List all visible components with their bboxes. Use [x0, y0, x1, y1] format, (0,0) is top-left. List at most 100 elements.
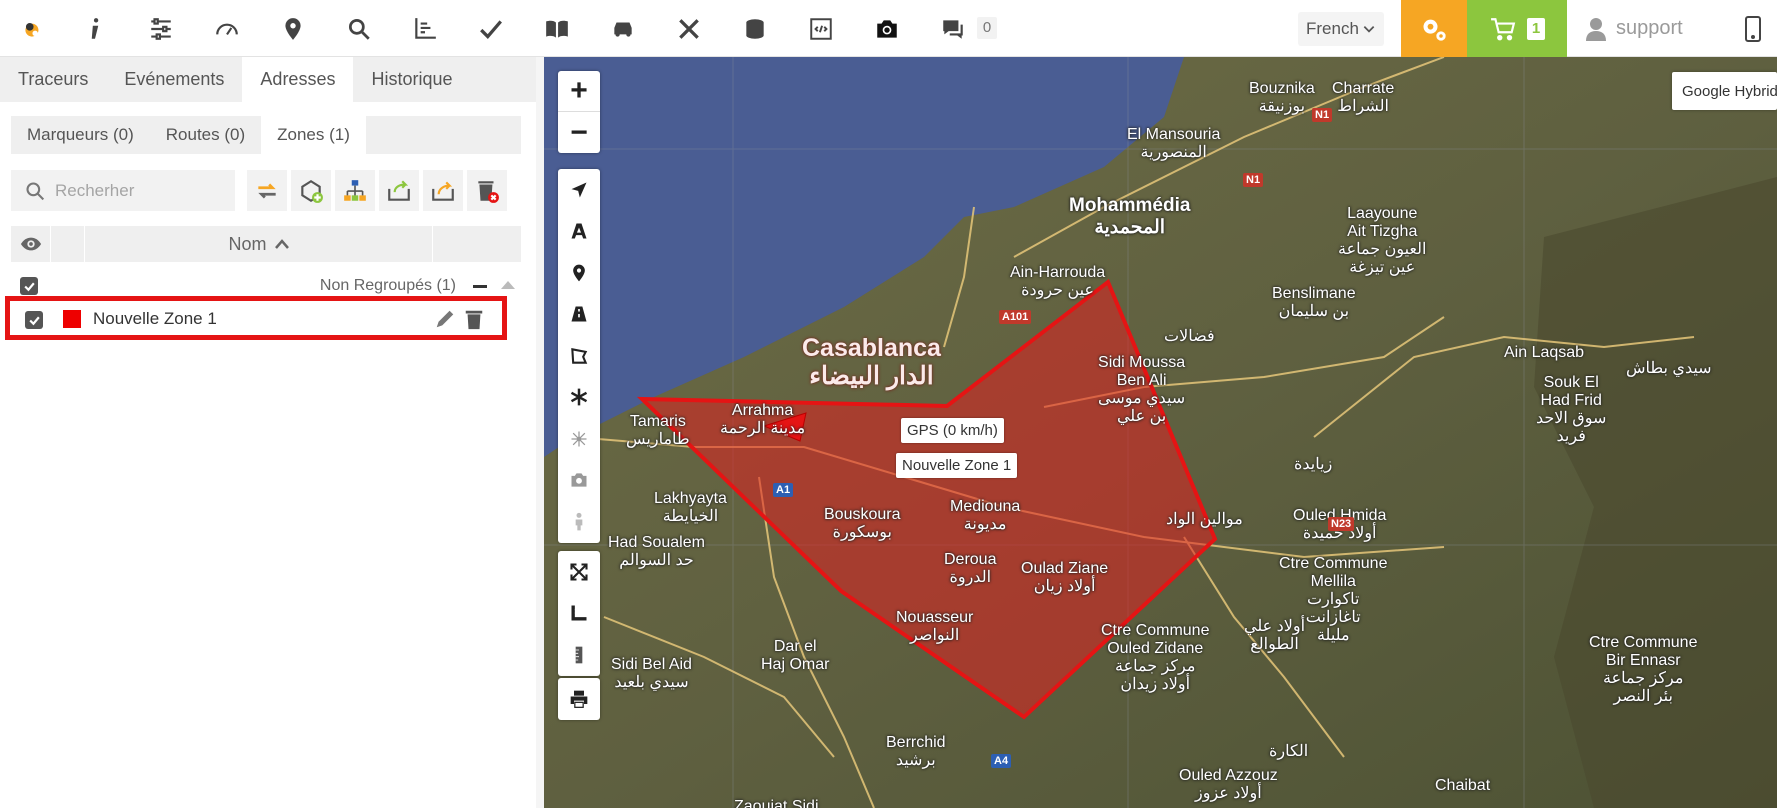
- visibility-column[interactable]: [11, 226, 51, 262]
- logo-icon[interactable]: [0, 0, 66, 57]
- ruler-button[interactable]: [558, 593, 600, 635]
- zone-color-swatch[interactable]: [63, 310, 81, 328]
- speedometer-icon[interactable]: [194, 0, 260, 57]
- place-label: Deroua الدروة: [944, 551, 997, 586]
- photo-tool-button[interactable]: [558, 460, 600, 502]
- marker-icon: [573, 264, 585, 282]
- user-icon: [1586, 17, 1606, 41]
- zone-name: Nouvelle Zone 1: [93, 309, 217, 328]
- list-header: Nom: [11, 226, 521, 262]
- sliders-icon[interactable]: [128, 0, 194, 57]
- pencil-icon[interactable]: [434, 308, 456, 330]
- place-label: Ain Laqsab: [1504, 344, 1585, 361]
- place-label: Chaibat: [1435, 777, 1491, 794]
- place-label-casablanca: Casablanca الدار البيضاء: [802, 334, 941, 390]
- place-label: Bouznika بوزنيقة: [1249, 80, 1315, 115]
- place-label: Mediouna مديونة: [950, 498, 1021, 533]
- language-label: French: [1306, 19, 1359, 38]
- group-label: Non Regroupés (1): [319, 277, 456, 294]
- place-label: Benslimane بن سليمان: [1272, 285, 1356, 320]
- fullscreen-icon: [570, 563, 588, 581]
- language-select[interactable]: French: [1298, 12, 1384, 46]
- subtab-routes[interactable]: Routes (0): [150, 116, 261, 154]
- road-icon: [571, 306, 587, 322]
- poi-tool-button[interactable]: [558, 377, 600, 419]
- code-icon[interactable]: [788, 0, 854, 57]
- sidebar-scrollbar[interactable]: [536, 57, 544, 808]
- road-badge: A101: [999, 310, 1032, 324]
- place-label: Ouled Azzouz أولاد عزوز: [1179, 767, 1278, 802]
- export-button[interactable]: [423, 170, 463, 211]
- zoom-in-button[interactable]: +: [558, 71, 600, 112]
- camera-icon[interactable]: [854, 0, 920, 57]
- zoom-out-button[interactable]: −: [558, 112, 600, 153]
- road-badge: N23: [1328, 517, 1355, 531]
- cart-count-badge: 1: [1527, 17, 1545, 40]
- chart-axes-icon[interactable]: [392, 0, 458, 57]
- coins-icon[interactable]: [722, 0, 788, 57]
- user-menu[interactable]: support: [1586, 0, 1683, 57]
- name-column-header[interactable]: Nom: [85, 226, 433, 262]
- import-icon: [388, 179, 410, 201]
- search-icon[interactable]: [326, 0, 392, 57]
- import-button[interactable]: [379, 170, 419, 211]
- route-tool-button[interactable]: [558, 294, 600, 336]
- polygon-tool-button[interactable]: [558, 335, 600, 377]
- tab-historique[interactable]: Historique: [353, 57, 470, 102]
- place-label: Zaouiat Sidi: [734, 798, 819, 808]
- text-tool-button[interactable]: [558, 211, 600, 253]
- map-view[interactable]: Bouznika بوزنيقة Charrate الشراط El Mansou…: [544, 57, 1777, 808]
- subtab-zones[interactable]: Zones (1): [261, 116, 366, 154]
- place-label: Ctre Commune Bir Ennasr مركز جماعة بئر النص…: [1589, 634, 1698, 705]
- add-zone-button[interactable]: [291, 170, 331, 211]
- subtab-marqueurs[interactable]: Marqueurs (0): [11, 116, 150, 154]
- tab-evenements[interactable]: Evénements: [106, 57, 242, 102]
- zone-tooltip: Nouvelle Zone 1: [896, 453, 1018, 478]
- mobile-view-button[interactable]: [1729, 0, 1777, 57]
- book-icon[interactable]: [524, 0, 590, 57]
- smartphone-icon: [1745, 15, 1761, 42]
- tools-icon[interactable]: [656, 0, 722, 57]
- map-pin-icon[interactable]: [260, 0, 326, 57]
- road-badge: N1: [1243, 173, 1264, 187]
- place-label: Tamaris طاماريس: [626, 413, 690, 448]
- place-label: Charrate الشراط: [1332, 80, 1395, 115]
- zone-list-item[interactable]: Nouvelle Zone 1: [5, 296, 507, 340]
- road-badge: N1: [1312, 108, 1333, 122]
- sub-tabs: Marqueurs (0) Routes (0) Zones (1): [11, 116, 521, 154]
- marker-tool-button[interactable]: [558, 252, 600, 294]
- top-toolbar: 0 French 1 support: [0, 0, 1777, 57]
- group-checkbox[interactable]: [20, 277, 38, 295]
- place-label: Souk El Had Frid سوق الاحد فريد: [1536, 374, 1607, 445]
- cluster-tool-button[interactable]: [558, 418, 600, 460]
- hierarchy-icon: [344, 179, 366, 201]
- search-input[interactable]: [55, 180, 225, 201]
- fullscreen-button[interactable]: [558, 551, 600, 593]
- tab-adresses[interactable]: Adresses: [242, 57, 354, 102]
- car-icon[interactable]: [590, 0, 656, 57]
- locate-button[interactable]: [558, 169, 600, 211]
- gears-icon: [1423, 19, 1446, 41]
- collapse-icon[interactable]: [473, 285, 487, 288]
- print-button[interactable]: [558, 678, 600, 720]
- map-type-selector[interactable]: Google Hybrid: [1672, 72, 1777, 110]
- person-icon: [575, 512, 583, 531]
- zone-checkbox[interactable]: [25, 311, 43, 329]
- delete-all-button[interactable]: [467, 170, 507, 211]
- measure-button[interactable]: [558, 634, 600, 676]
- groups-button[interactable]: [335, 170, 375, 211]
- streetview-button[interactable]: [558, 501, 600, 543]
- info-icon[interactable]: [62, 0, 128, 57]
- checkmark-icon[interactable]: [458, 0, 524, 57]
- tab-traceurs[interactable]: Traceurs: [0, 57, 106, 102]
- place-label: Bouskoura بوسكورة: [824, 506, 901, 541]
- road-badge: A4: [991, 754, 1012, 768]
- cart-icon: [1491, 17, 1516, 40]
- text-icon: [571, 223, 587, 239]
- refresh-button[interactable]: [247, 170, 287, 211]
- cart-button[interactable]: 1: [1467, 0, 1567, 57]
- settings-button[interactable]: [1401, 0, 1467, 57]
- eye-icon: [20, 237, 41, 251]
- trash-icon[interactable]: [464, 308, 484, 330]
- caret-up-icon[interactable]: [501, 281, 515, 289]
